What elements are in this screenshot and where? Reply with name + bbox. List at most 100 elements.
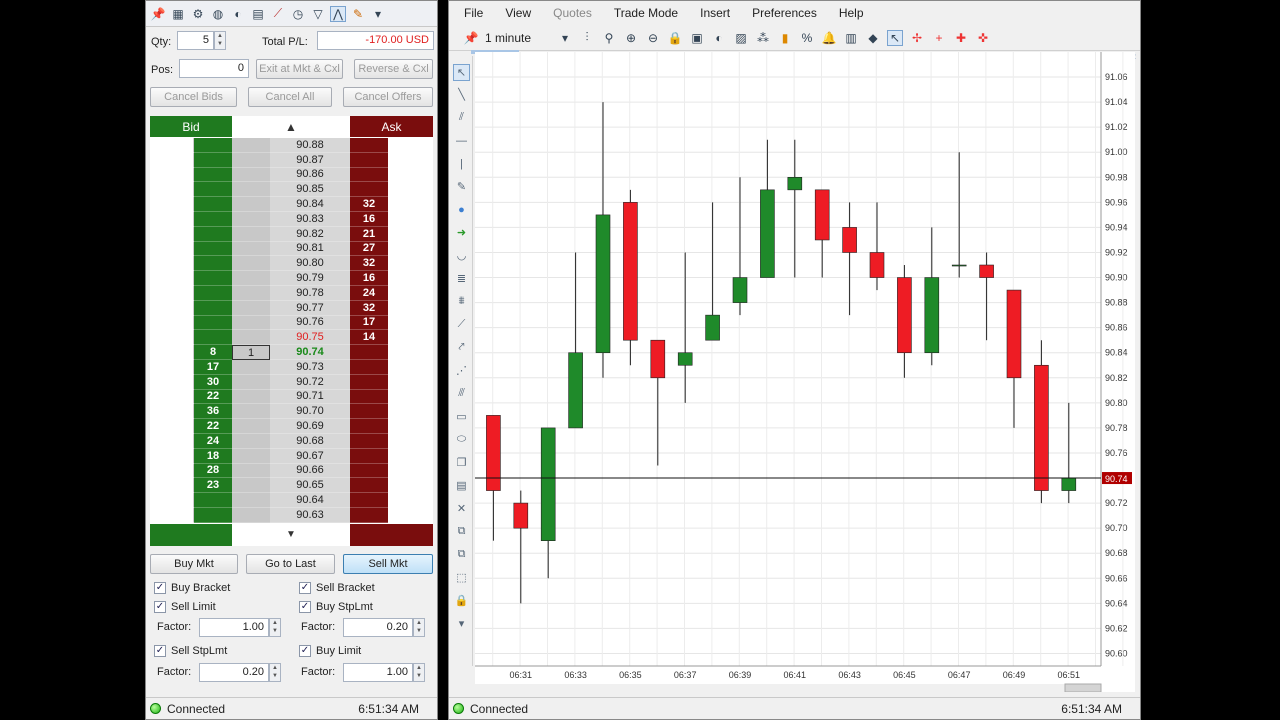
arc-icon[interactable]: ◡	[453, 247, 470, 264]
order-cell[interactable]	[232, 508, 270, 523]
bid-size-cell[interactable]: 36	[194, 404, 232, 420]
fan-icon[interactable]: ⋰	[453, 362, 470, 379]
factor-input-3[interactable]: 0.20	[199, 663, 269, 682]
my-bid-cell[interactable]	[150, 508, 194, 523]
ladder-row[interactable]: 90.63	[150, 508, 433, 523]
bid-size-cell[interactable]	[194, 241, 232, 257]
my-ask-cell[interactable]	[388, 212, 433, 227]
my-ask-cell[interactable]	[388, 360, 433, 375]
sell-bracket-checkbox[interactable]: ✓ Sell Bracket	[299, 582, 375, 594]
my-ask-cell[interactable]	[388, 345, 433, 360]
ask-size-cell[interactable]	[350, 448, 388, 464]
order-cell[interactable]	[232, 315, 270, 331]
my-bid-cell[interactable]	[150, 212, 194, 227]
candle-body[interactable]	[842, 227, 857, 253]
bid-size-cell[interactable]	[194, 256, 232, 272]
cursor-icon[interactable]: ↖	[453, 64, 470, 81]
order-cell[interactable]	[232, 360, 270, 375]
order-cell[interactable]	[232, 330, 270, 346]
order-cell[interactable]	[232, 241, 270, 257]
order-cell[interactable]	[232, 419, 270, 434]
ladder-row[interactable]: 28 90.66	[150, 463, 433, 479]
candle-body[interactable]	[568, 352, 583, 429]
ladder-row[interactable]: 90.79 16	[150, 271, 433, 286]
candle-body[interactable]	[1034, 364, 1049, 491]
gann-icon[interactable]: ⟋	[453, 316, 470, 333]
calculator-icon[interactable]: ▦	[170, 6, 186, 22]
my-ask-cell[interactable]	[388, 493, 433, 508]
bid-size-cell[interactable]: 8	[194, 345, 232, 360]
my-ask-cell[interactable]	[388, 389, 433, 405]
my-bid-cell[interactable]	[150, 241, 194, 257]
ladder-row[interactable]: 36 90.70	[150, 404, 433, 420]
my-bid-cell[interactable]	[150, 330, 194, 346]
candle-body[interactable]	[513, 502, 529, 529]
bid-size-cell[interactable]	[194, 138, 232, 153]
my-bid-cell[interactable]	[150, 286, 194, 301]
ladder-row[interactable]: 90.80 32	[150, 256, 433, 272]
ladder-row[interactable]: 90.78 24	[150, 286, 433, 301]
ladder-row[interactable]: 22 90.69	[150, 419, 433, 434]
bar-type-icon[interactable]: ⫶	[579, 30, 595, 46]
cancel-offers-button[interactable]: Cancel Offers	[343, 87, 433, 107]
factor-stepper-1[interactable]: ▲ ▼	[269, 618, 281, 637]
bid-size-cell[interactable]	[194, 493, 232, 508]
ladder-row[interactable]: 22 90.71	[150, 389, 433, 405]
my-ask-cell[interactable]	[388, 315, 433, 331]
zoom-icon[interactable]: ⚲	[601, 30, 617, 46]
my-ask-cell[interactable]	[388, 374, 433, 390]
my-bid-cell[interactable]	[150, 478, 194, 494]
chevron-down-icon[interactable]: ▾	[370, 6, 386, 22]
bid-size-cell[interactable]	[194, 212, 232, 227]
pitchfork-icon[interactable]: ⤤	[453, 339, 470, 356]
scroll-down-icon[interactable]: ▾	[453, 615, 470, 632]
my-bid-cell[interactable]	[150, 345, 194, 360]
bid-size-cell[interactable]	[194, 167, 232, 183]
my-bid-cell[interactable]	[150, 152, 194, 168]
ladder-row[interactable]: 90.88	[150, 138, 433, 153]
buy-limit-checkbox[interactable]: ✓ Buy Limit	[299, 645, 361, 657]
lock-icon[interactable]: 🔒	[667, 30, 683, 46]
vertical-line-icon[interactable]: |	[453, 155, 470, 172]
my-ask-cell[interactable]	[388, 256, 433, 272]
bid-size-cell[interactable]: 28	[194, 463, 232, 479]
crosshair-lock-icon[interactable]: ✚	[953, 30, 969, 46]
crosshair-global-icon[interactable]: +	[931, 30, 947, 46]
buy-mkt-button[interactable]: Buy Mkt	[150, 554, 238, 574]
sell-stplmt-checkbox[interactable]: ✓ Sell StpLmt	[154, 645, 227, 657]
menu-trade-mode[interactable]: Trade Mode	[614, 6, 678, 20]
exit-at-mkt-button[interactable]: Exit at Mkt & Cxl	[256, 59, 343, 79]
my-ask-cell[interactable]	[388, 463, 433, 479]
bid-size-cell[interactable]: 30	[194, 374, 232, 390]
my-bid-cell[interactable]	[150, 389, 194, 405]
factor-input-1[interactable]: 1.00	[199, 618, 269, 637]
ask-size-cell[interactable]: 32	[350, 300, 388, 316]
order-cell[interactable]	[232, 271, 270, 286]
ladder-row[interactable]: 30 90.72	[150, 374, 433, 390]
order-cell[interactable]	[232, 374, 270, 390]
my-bid-cell[interactable]	[150, 404, 194, 420]
ask-size-cell[interactable]	[350, 434, 388, 449]
clipboard-icon[interactable]: ▤	[250, 6, 266, 22]
my-ask-cell[interactable]	[388, 271, 433, 286]
candle-body[interactable]	[705, 314, 720, 341]
go-to-last-button[interactable]: Go to Last	[246, 554, 335, 574]
paint-icon[interactable]: ✎	[350, 6, 366, 22]
order-cell[interactable]	[232, 167, 270, 183]
my-ask-cell[interactable]	[388, 241, 433, 257]
text-note-icon[interactable]: ✎	[453, 178, 470, 195]
order-cell[interactable]	[232, 300, 270, 316]
moon-icon[interactable]: ◐	[711, 30, 727, 46]
ladder-row[interactable]: 90.87	[150, 152, 433, 168]
ray-icon[interactable]: ⫽	[453, 109, 470, 126]
bid-size-cell[interactable]: 22	[194, 419, 232, 434]
ladder-row[interactable]: 8 1 90.74	[150, 345, 433, 360]
candle-body[interactable]	[924, 277, 940, 354]
candle-body[interactable]	[814, 189, 830, 241]
my-ask-cell[interactable]	[388, 508, 433, 523]
candle-body[interactable]	[623, 202, 638, 341]
order-cell[interactable]	[232, 197, 270, 212]
my-bid-cell[interactable]	[150, 434, 194, 449]
buy-bracket-checkbox[interactable]: ✓ Buy Bracket	[154, 582, 230, 594]
ask-size-cell[interactable]	[350, 389, 388, 405]
